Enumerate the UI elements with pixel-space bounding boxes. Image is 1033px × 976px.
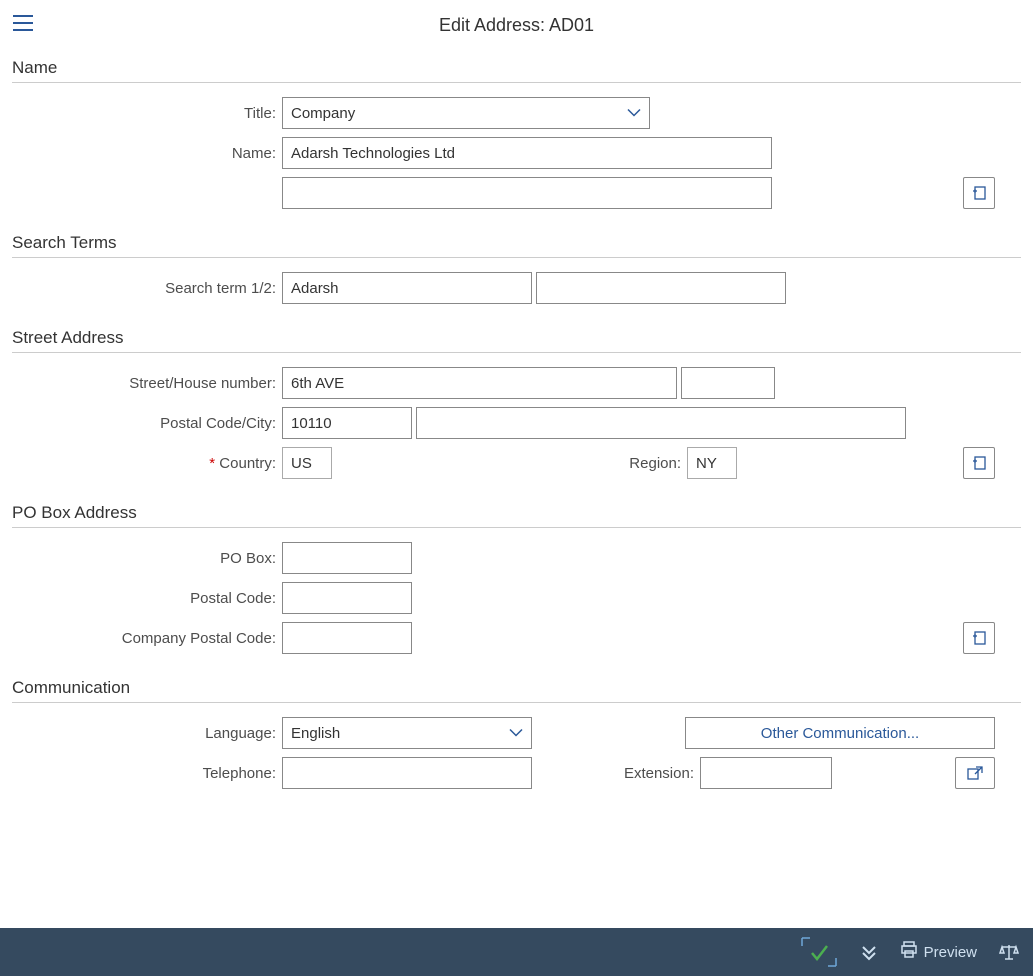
po-box-input[interactable] <box>282 542 412 574</box>
postal-code-input[interactable] <box>282 407 412 439</box>
menu-icon[interactable] <box>12 14 34 36</box>
telephone-input[interactable] <box>282 757 532 789</box>
chevron-down-icon <box>509 725 523 742</box>
section-title-search: Search Terms <box>12 233 1021 258</box>
print-icon <box>900 941 918 963</box>
expand-name-button[interactable] <box>963 177 995 209</box>
expand-street-button[interactable] <box>963 447 995 479</box>
label-name: Name: <box>12 145 282 162</box>
page-title: Edit Address: AD01 <box>0 15 1033 36</box>
section-title-street: Street Address <box>12 328 1021 353</box>
city-input[interactable] <box>416 407 906 439</box>
chevron-down-icon <box>627 105 641 122</box>
label-po-postal: Postal Code: <box>12 590 282 607</box>
other-communication-button[interactable]: Other Communication... <box>685 717 995 749</box>
expand-pobox-button[interactable] <box>963 622 995 654</box>
expand-down-icon[interactable] <box>860 943 878 961</box>
label-extension: Extension: <box>532 765 700 782</box>
country-value[interactable]: US <box>282 447 332 479</box>
content-area: Name Title: Company Name: Searc <box>0 46 1033 928</box>
region-value[interactable]: NY <box>687 447 737 479</box>
label-postal-city: Postal Code/City: <box>12 415 282 432</box>
label-search-term: Search term 1/2: <box>12 280 282 297</box>
street-input[interactable] <box>282 367 677 399</box>
preview-button[interactable]: Preview <box>900 941 977 963</box>
label-country: * Country: <box>12 455 282 472</box>
extension-input[interactable] <box>700 757 832 789</box>
balance-icon[interactable] <box>999 943 1019 961</box>
section-title-comm: Communication <box>12 678 1021 703</box>
section-title-name: Name <box>12 58 1021 83</box>
name-input-1[interactable] <box>282 137 772 169</box>
title-select[interactable]: Company <box>282 97 650 129</box>
search-term-1-input[interactable] <box>282 272 532 304</box>
name-input-2[interactable] <box>282 177 772 209</box>
label-language: Language: <box>12 725 282 742</box>
label-title: Title: <box>12 105 282 122</box>
label-telephone: Telephone: <box>12 765 282 782</box>
search-term-2-input[interactable] <box>536 272 786 304</box>
telephone-detail-button[interactable] <box>955 757 995 789</box>
language-select-value: English <box>291 725 340 742</box>
accept-button[interactable] <box>800 936 838 968</box>
label-street-house: Street/House number: <box>12 375 282 392</box>
company-postal-input[interactable] <box>282 622 412 654</box>
preview-label: Preview <box>924 944 977 961</box>
label-region: Region: <box>332 455 687 472</box>
section-title-pobox: PO Box Address <box>12 503 1021 528</box>
po-postal-input[interactable] <box>282 582 412 614</box>
required-asterisk: * <box>209 455 215 472</box>
language-select[interactable]: English <box>282 717 532 749</box>
house-number-input[interactable] <box>681 367 775 399</box>
footer-bar: Preview <box>0 928 1033 976</box>
header-bar: Edit Address: AD01 <box>0 0 1033 46</box>
label-company-postal: Company Postal Code: <box>12 630 282 647</box>
title-select-value: Company <box>291 105 355 122</box>
label-po-box: PO Box: <box>12 550 282 567</box>
